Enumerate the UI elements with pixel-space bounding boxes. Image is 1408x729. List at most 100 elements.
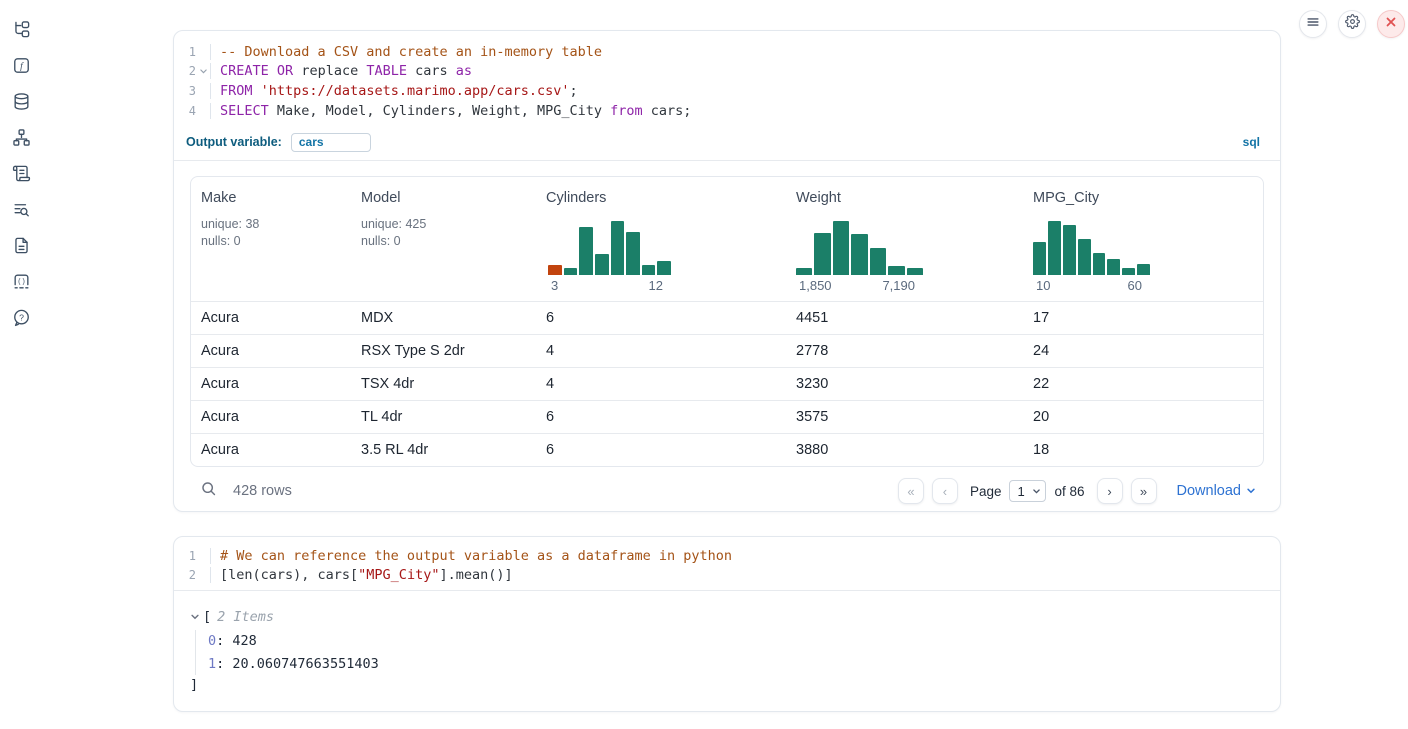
column-label: Model (361, 190, 528, 206)
tree-entry: 1: 20.060747663551403 (208, 653, 1264, 676)
table-cell: 4 (536, 376, 786, 392)
histogram-bar (579, 227, 593, 276)
sidebar-item-scratchpad[interactable] (11, 166, 31, 186)
output-variable-input[interactable]: cars (291, 133, 371, 152)
code-text: SELECT Make, Model, Cylinders, Weight, M… (210, 103, 1280, 119)
tree-entry-value: 428 (232, 633, 256, 649)
sidebar-item-variables[interactable]: f (11, 58, 31, 78)
histogram-bar (1063, 225, 1076, 275)
items-count-label: 2 Items (217, 609, 274, 625)
sql-code-editor[interactable]: 1-- Download a CSV and create an in-memo… (174, 31, 1280, 120)
menu-button[interactable] (1299, 10, 1327, 38)
column-header[interactable]: MPG_City1060 (1023, 177, 1263, 301)
code-token: ; (570, 83, 578, 99)
table-row[interactable]: Acura3.5 RL 4dr6388018 (191, 433, 1263, 466)
result-table: Makeunique: 38nulls: 0Modelunique: 425nu… (190, 176, 1264, 467)
column-label: Weight (796, 190, 1015, 206)
sidebar-item-snippets[interactable]: ( ) (11, 274, 31, 294)
code-token: SELECT (220, 103, 269, 119)
pagination: « ‹ Page 1 of 86 › » Download (898, 478, 1256, 504)
histogram-bar (1137, 264, 1150, 276)
table-row[interactable]: AcuraTL 4dr6357520 (191, 400, 1263, 433)
axis-min-label: 1,850 (799, 278, 832, 293)
code-token: ].mean()] (439, 567, 512, 583)
download-button[interactable]: Download (1177, 483, 1257, 499)
column-stats: unique: 38nulls: 0 (201, 216, 343, 249)
stat-line: nulls: 0 (361, 233, 528, 250)
histogram-bar (1033, 242, 1046, 275)
table-row[interactable]: AcuraMDX6445117 (191, 301, 1263, 334)
column-header[interactable]: Makeunique: 38nulls: 0 (191, 177, 351, 301)
histogram-bar (814, 233, 830, 275)
sidebar-item-documentation[interactable] (11, 238, 31, 258)
histogram-bar (833, 221, 849, 275)
table-cell: Acura (191, 310, 351, 326)
output-variable-row: Output variable: cars sql (174, 130, 1280, 154)
cell-divider (174, 160, 1280, 161)
axis-max-label: 7,190 (882, 278, 915, 293)
hamburger-icon (1306, 15, 1320, 34)
tree-head-row: [ 2 Items (190, 607, 1264, 627)
sidebar-item-datasources[interactable] (11, 94, 31, 114)
dependency-graph-icon (12, 128, 31, 152)
collapse-chevron-icon[interactable] (190, 612, 203, 622)
column-header[interactable]: Modelunique: 425nulls: 0 (351, 177, 536, 301)
python-code-editor[interactable]: 1# We can reference the output variable … (174, 537, 1280, 585)
sidebar: f ( ) ? (0, 0, 42, 729)
table-cell: 20 (1023, 409, 1263, 425)
close-icon (1385, 15, 1397, 33)
code-token: "MPG_City" (358, 567, 439, 583)
help-icon: ? (12, 308, 31, 332)
line-number: 2 (174, 64, 196, 78)
histogram-bar (1048, 221, 1061, 275)
file-tree-icon (12, 20, 31, 44)
shutdown-button[interactable] (1377, 10, 1405, 38)
column-histogram: 1060 (1033, 221, 1255, 293)
table-body: AcuraMDX6445117AcuraRSX Type S 2dr427782… (191, 301, 1263, 466)
axis-max-label: 60 (1128, 278, 1142, 293)
table-cell: TSX 4dr (351, 376, 536, 392)
line-number: 1 (174, 549, 196, 563)
column-header[interactable]: Weight 1,850 7,190 (786, 177, 1023, 301)
page-select-value: 1 (1017, 484, 1024, 499)
snippets-icon: ( ) (12, 272, 31, 296)
histogram-axis-labels: 1060 (1033, 275, 1150, 293)
histogram-bar (1078, 239, 1091, 276)
sidebar-item-file-explorer[interactable] (11, 22, 31, 42)
code-line: 3FROM 'https://datasets.marimo.app/cars.… (174, 81, 1280, 101)
table-row[interactable]: AcuraTSX 4dr4323022 (191, 367, 1263, 400)
first-page-button[interactable]: « (898, 478, 924, 504)
column-header[interactable]: Cylinders312 (536, 177, 786, 301)
sql-cell: 1-- Download a CSV and create an in-memo… (173, 30, 1281, 512)
line-number: 4 (174, 104, 196, 118)
download-label: Download (1177, 483, 1242, 499)
search-icon[interactable] (200, 480, 217, 502)
histogram-bars (1033, 221, 1150, 275)
settings-button[interactable] (1338, 10, 1366, 38)
table-cell: 18 (1023, 442, 1263, 458)
table-cell: Acura (191, 442, 351, 458)
sidebar-item-logs[interactable] (11, 202, 31, 222)
histogram-bar (1122, 268, 1135, 275)
svg-text:f: f (20, 61, 24, 72)
open-bracket: [ (203, 609, 211, 625)
table-cell: TL 4dr (351, 409, 536, 425)
fold-chevron-icon[interactable] (196, 67, 210, 76)
tree-entry-colon: : (216, 633, 232, 649)
tree-entry-index: 0 (208, 633, 216, 649)
next-page-button[interactable]: › (1097, 478, 1123, 504)
stat-line: unique: 38 (201, 216, 343, 233)
histogram-bars (796, 221, 923, 275)
previous-page-button[interactable]: ‹ (932, 478, 958, 504)
table-row[interactable]: AcuraRSX Type S 2dr4277824 (191, 334, 1263, 367)
logs-search-icon (12, 200, 31, 224)
sidebar-item-dependencies[interactable] (11, 130, 31, 150)
page-select[interactable]: 1 (1009, 480, 1046, 502)
function-square-icon: f (12, 56, 31, 80)
tree-entry: 0: 428 (208, 630, 1264, 653)
table-cell: 3.5 RL 4dr (351, 442, 536, 458)
last-page-button[interactable]: » (1131, 478, 1157, 504)
table-cell: 24 (1023, 343, 1263, 359)
sidebar-item-help[interactable]: ? (11, 310, 31, 330)
histogram-axis-labels: 1,850 7,190 (796, 275, 923, 293)
